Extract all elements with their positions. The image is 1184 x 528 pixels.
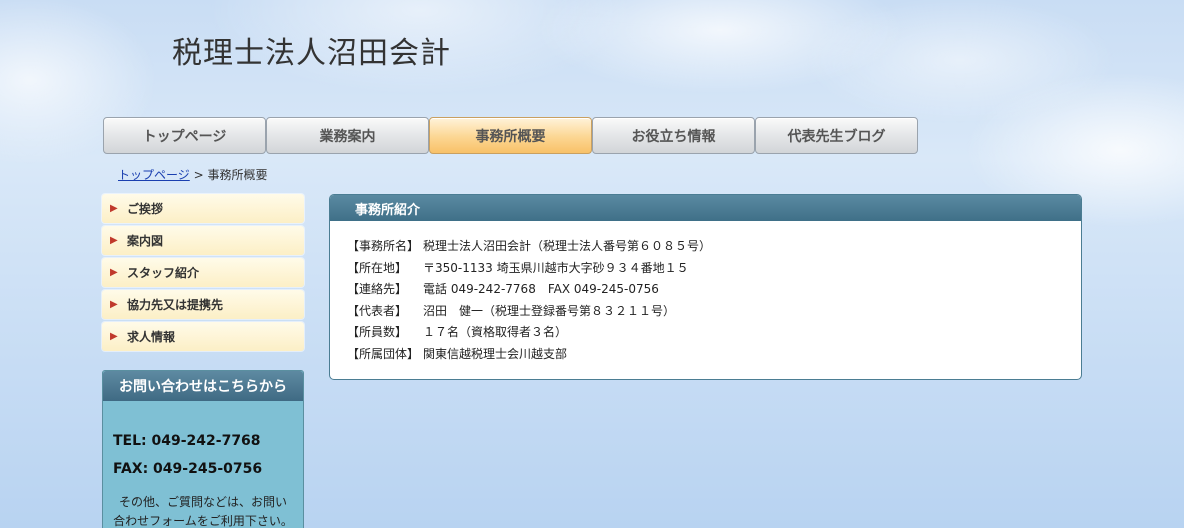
- info-label: 【所在地】: [347, 260, 408, 275]
- contact-fax: FAX: 049-245-0756: [113, 461, 263, 477]
- panel-title: 事務所紹介: [330, 195, 1081, 221]
- sidebar-item-recruit[interactable]: ▶ 求人情報: [102, 322, 304, 351]
- sidebar-item-staff[interactable]: ▶ スタッフ紹介: [102, 258, 304, 287]
- nav-tab-office[interactable]: 事務所概要: [429, 117, 592, 154]
- info-label: 【代表者】: [347, 303, 408, 318]
- info-row-contact: 【連絡先】 電話 049-242-7768 FAX 049-245-0756: [347, 278, 1081, 300]
- nav-tab-services[interactable]: 業務案内: [266, 117, 429, 154]
- triangle-right-icon: ▶: [110, 203, 118, 214]
- sidebar-item-partners[interactable]: ▶ 協力先又は提携先: [102, 290, 304, 319]
- info-label: 【連絡先】: [347, 282, 408, 297]
- global-nav: トップページ 業務案内 事務所概要 お役立ち情報 代表先生ブログ: [103, 117, 918, 154]
- info-row-address: 【所在地】 〒350-1133 埼玉県川越市大字砂９３４番地１５: [347, 257, 1081, 279]
- triangle-right-icon: ▶: [110, 235, 118, 246]
- info-value: 関東信越税理士会川越支部: [423, 346, 568, 361]
- info-label: 【事務所名】: [347, 239, 420, 254]
- breadcrumb-separator: >: [189, 168, 208, 182]
- info-row-organization: 【所属団体】 関東信越税理士会川越支部: [347, 343, 1081, 365]
- contact-title[interactable]: お問い合わせはこちらから: [103, 371, 303, 401]
- contact-tel: TEL: 049-242-7768: [113, 433, 261, 449]
- sidebar-item-label: 協力先又は提携先: [127, 298, 224, 312]
- info-label: 【所属団体】: [347, 346, 420, 361]
- info-label: 【所員数】: [347, 325, 408, 340]
- info-value: 電話 049-242-7768 FAX 049-245-0756: [423, 282, 659, 297]
- triangle-right-icon: ▶: [110, 331, 118, 342]
- office-intro-panel: 事務所紹介 【事務所名】 税理士法人沼田会計（税理士法人番号第６０８５号） 【所…: [329, 194, 1082, 380]
- info-value: 沼田 健一（税理士登録番号第８３２１１号）: [423, 303, 676, 318]
- triangle-right-icon: ▶: [110, 299, 118, 310]
- nav-tab-top[interactable]: トップページ: [103, 117, 266, 154]
- breadcrumb-home-link[interactable]: トップページ: [118, 168, 190, 182]
- info-row-representative: 【代表者】 沼田 健一（税理士登録番号第８３２１１号）: [347, 300, 1081, 322]
- nav-tab-blog[interactable]: 代表先生ブログ: [755, 117, 918, 154]
- info-value: １７名（資格取得者３名）: [423, 325, 568, 340]
- info-row-staff-count: 【所員数】 １７名（資格取得者３名）: [347, 321, 1081, 343]
- sidebar-item-label: 案内図: [127, 234, 164, 248]
- sidebar-item-label: ご挨拶: [127, 202, 164, 216]
- contact-note-line: その他、ご質問などは、お問い: [118, 495, 287, 509]
- sidebar-item-greeting[interactable]: ▶ ご挨拶: [102, 194, 304, 223]
- info-value: 税理士法人沼田会計（税理士法人番号第６０８５号）: [423, 239, 712, 254]
- breadcrumb-current: 事務所概要: [207, 168, 268, 182]
- nav-tab-useful-info[interactable]: お役立ち情報: [592, 117, 755, 154]
- contact-note: その他、ご質問などは、お問い 合わせフォームをご利用下さい。: [103, 493, 303, 528]
- info-row-office-name: 【事務所名】 税理士法人沼田会計（税理士法人番号第６０８５号）: [347, 235, 1081, 257]
- contact-box: お問い合わせはこちらから TEL: 049-242-7768 FAX: 049-…: [102, 370, 304, 528]
- side-menu: ▶ ご挨拶 ▶ 案内図 ▶ スタッフ紹介 ▶ 協力先又は提携先 ▶ 求人情報: [102, 194, 304, 354]
- contact-note-line: 合わせフォームをご利用下さい。: [113, 514, 293, 528]
- site-title: 税理士法人沼田会計: [172, 36, 451, 71]
- sidebar-item-label: 求人情報: [127, 330, 176, 344]
- triangle-right-icon: ▶: [110, 267, 118, 278]
- sidebar-item-map[interactable]: ▶ 案内図: [102, 226, 304, 255]
- sidebar-item-label: スタッフ紹介: [127, 266, 200, 280]
- info-value: 〒350-1133 埼玉県川越市大字砂９３４番地１５: [423, 260, 689, 275]
- breadcrumb: トップページ > 事務所概要: [118, 166, 267, 183]
- office-info-list: 【事務所名】 税理士法人沼田会計（税理士法人番号第６０８５号） 【所在地】 〒3…: [330, 235, 1081, 364]
